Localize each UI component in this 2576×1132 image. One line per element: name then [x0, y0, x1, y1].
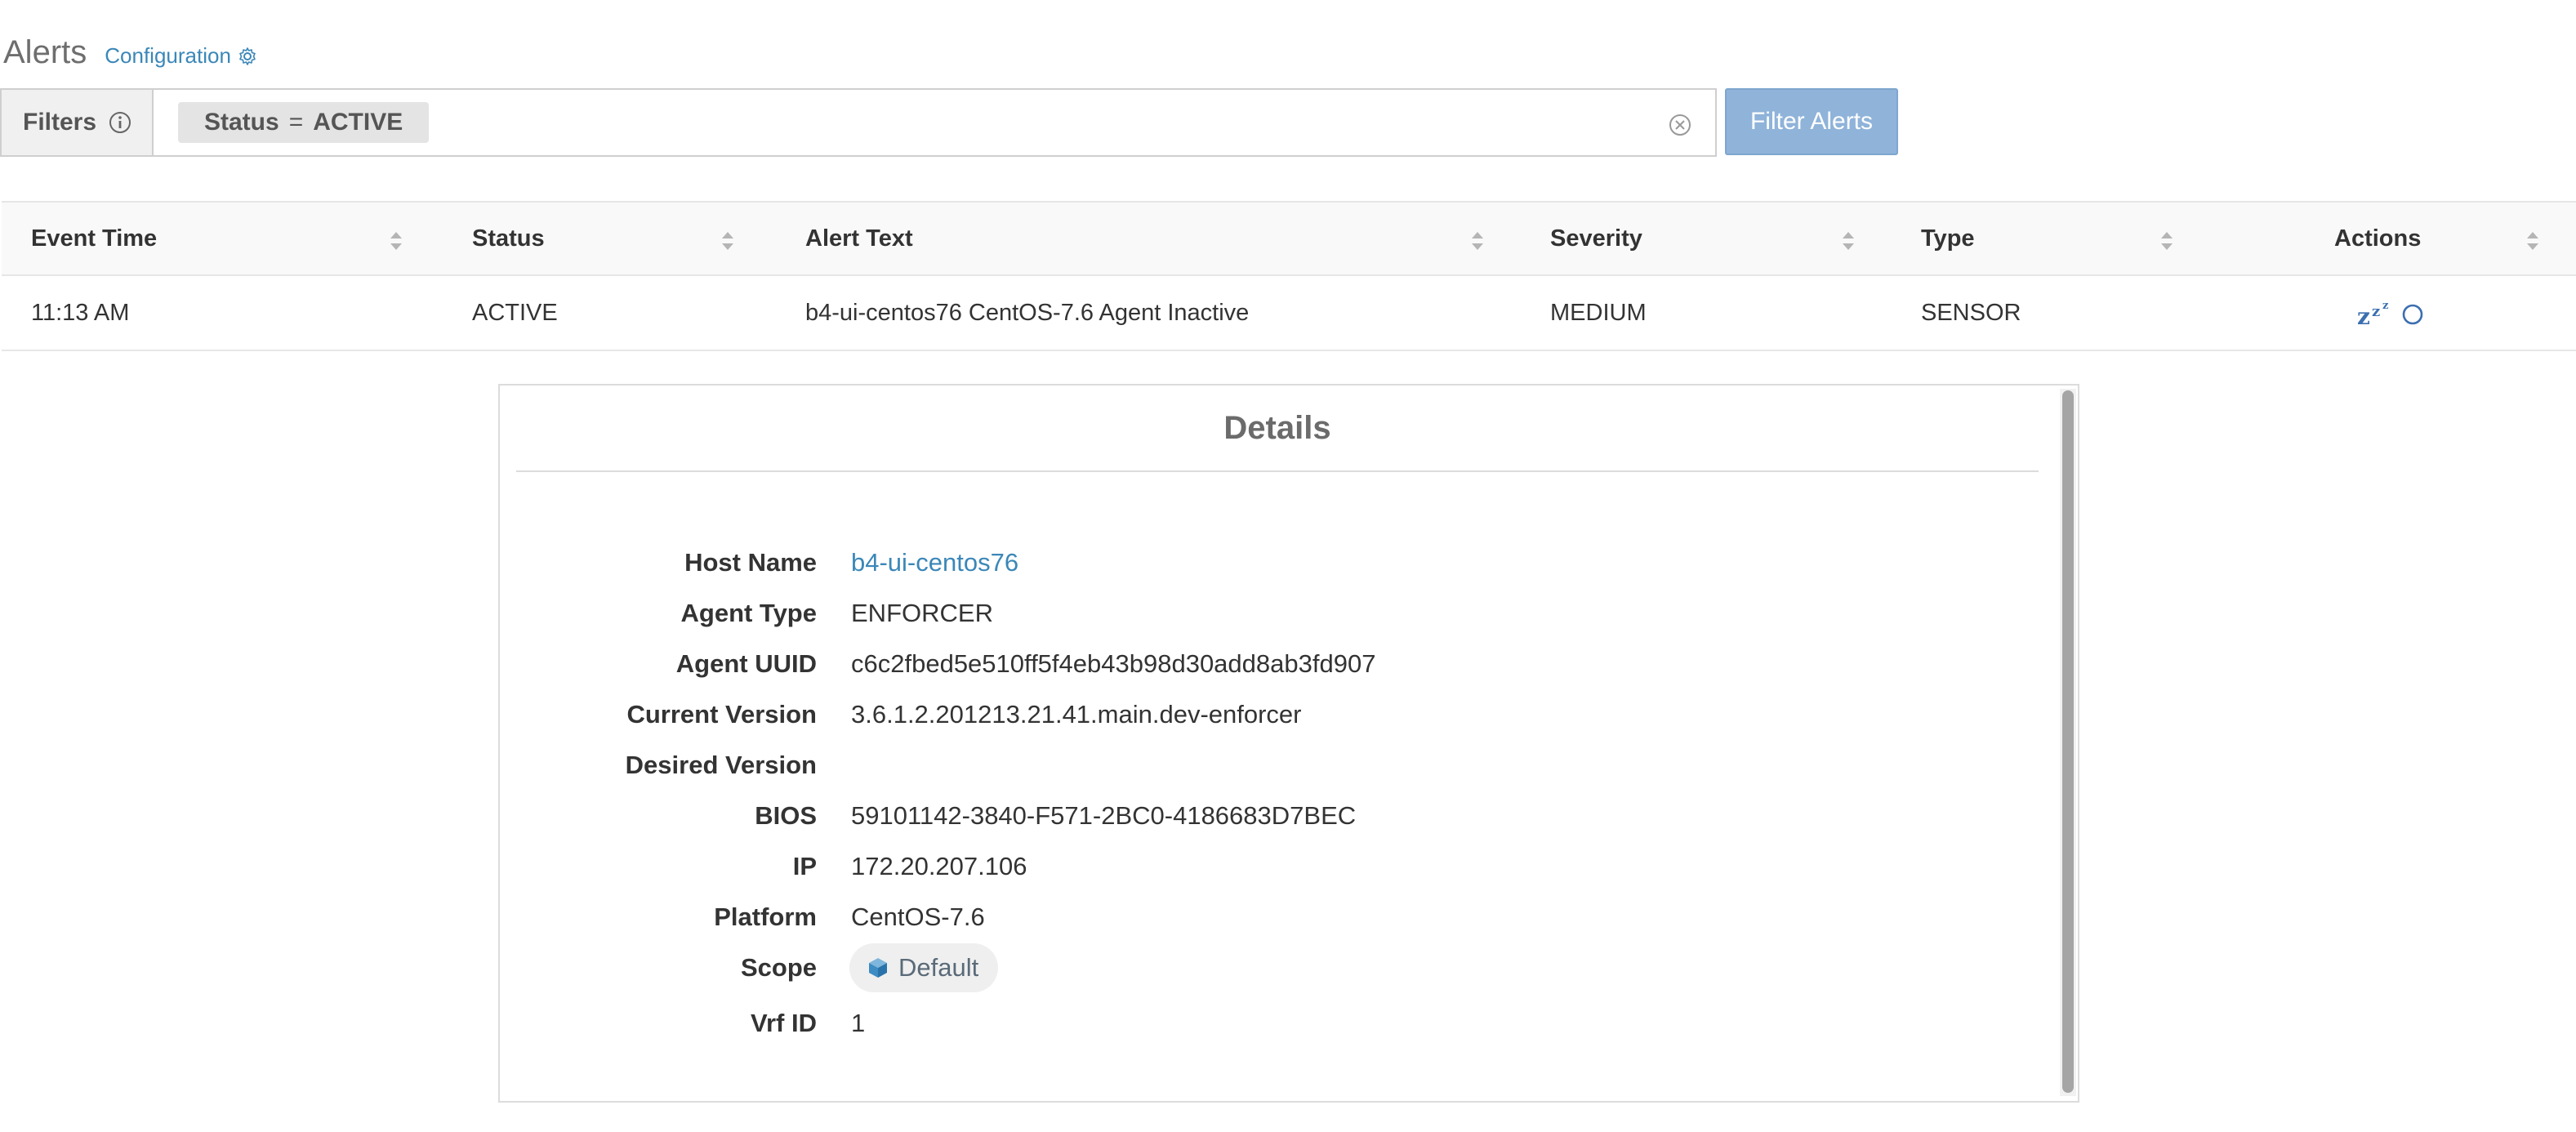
filter-chip-field: Status: [204, 109, 279, 136]
svg-text:z: z: [2357, 303, 2370, 329]
filter-bar: Filters Status = ACTIVE: [0, 88, 1717, 157]
detail-label: Scope: [740, 953, 817, 982]
details-title: Details: [516, 386, 2039, 472]
page-title: Alerts: [3, 34, 87, 70]
clear-filter-icon[interactable]: [1668, 113, 1692, 137]
info-icon[interactable]: [108, 110, 132, 135]
filter-chip-operator: =: [288, 109, 304, 136]
detail-label: Current Version: [626, 700, 817, 729]
cell-severity: MEDIUM: [1550, 299, 1647, 326]
circle-icon[interactable]: [2400, 300, 2426, 326]
detail-platform: Platform CentOS-7.6: [500, 892, 2035, 943]
column-header-event-time[interactable]: Event Time: [31, 203, 157, 274]
gear-icon: [239, 47, 256, 65]
scope-pill[interactable]: Default: [849, 943, 999, 992]
detail-ip: IP 172.20.207.106: [500, 841, 2035, 892]
filters-label: Filters: [2, 90, 154, 155]
detail-current-version: Current Version 3.6.1.2.201213.21.41.mai…: [500, 689, 2035, 740]
detail-value: c6c2fbed5e510ff5f4eb43b98d30add8ab3fd907: [851, 649, 1376, 678]
filter-chip-status[interactable]: Status = ACTIVE: [178, 102, 430, 143]
table-header: Event Time Status Alert Text Severity Ty…: [2, 201, 2576, 276]
column-header-alert-text[interactable]: Alert Text: [805, 203, 913, 274]
filter-alerts-button[interactable]: Filter Alerts: [1725, 88, 1898, 155]
detail-label: Desired Version: [625, 751, 817, 779]
configuration-link[interactable]: Configuration: [105, 43, 257, 69]
column-header-status[interactable]: Status: [472, 203, 545, 274]
svg-text:z: z: [2372, 303, 2380, 320]
cell-status: ACTIVE: [472, 299, 558, 326]
column-header-severity[interactable]: Severity: [1550, 203, 1642, 274]
filter-chip-value: ACTIVE: [313, 109, 403, 136]
svg-text:z: z: [2382, 300, 2388, 312]
detail-label: IP: [792, 852, 817, 880]
cell-actions: z z z: [2355, 276, 2426, 350]
table-row[interactable]: 11:13 AM ACTIVE b4-ui-centos76 CentOS-7.…: [2, 276, 2576, 351]
detail-value: 172.20.207.106: [851, 852, 1027, 880]
details-panel: Details Host Name b4-ui-centos76 Agent T…: [498, 384, 2079, 1103]
detail-label: Vrf ID: [751, 1009, 817, 1037]
detail-value: CentOS-7.6: [851, 902, 985, 931]
detail-value: 3.6.1.2.201213.21.41.main.dev-enforcer: [851, 700, 1302, 729]
detail-label: BIOS: [755, 801, 817, 830]
cell-type: SENSOR: [1921, 299, 2021, 326]
scrollbar-thumb[interactable]: [2062, 390, 2074, 1093]
column-header-type[interactable]: Type: [1921, 203, 1975, 274]
detail-label: Host Name: [684, 548, 817, 577]
cube-icon: [869, 958, 887, 978]
column-header-actions[interactable]: Actions: [2334, 203, 2421, 274]
page-header: Alerts Configuration: [3, 34, 257, 71]
scope-value: Default: [898, 953, 979, 982]
detail-desired-version: Desired Version: [500, 740, 2035, 791]
sort-icon[interactable]: [1470, 230, 1485, 252]
detail-label: Agent Type: [680, 599, 818, 627]
sort-icon[interactable]: [2159, 230, 2174, 252]
detail-label: Agent UUID: [675, 649, 817, 678]
cell-event-time: 11:13 AM: [31, 299, 130, 326]
detail-bios: BIOS 59101142-3840-F571-2BC0-4186683D7BE…: [500, 791, 2035, 841]
detail-scope: Scope Default: [500, 943, 2035, 993]
filters-label-text: Filters: [23, 109, 97, 136]
detail-value: ENFORCER: [851, 599, 993, 627]
sort-icon[interactable]: [2525, 230, 2540, 252]
detail-host-name: Host Name b4-ui-centos76: [500, 537, 2035, 588]
details-scrollbar[interactable]: [2060, 389, 2076, 1096]
detail-agent-uuid: Agent UUID c6c2fbed5e510ff5f4eb43b98d30a…: [500, 639, 2035, 689]
snooze-icon[interactable]: z z z: [2355, 296, 2396, 329]
sort-icon[interactable]: [1841, 230, 1856, 252]
detail-agent-type: Agent Type ENFORCER: [500, 588, 2035, 639]
configuration-link-label: Configuration: [105, 43, 231, 68]
detail-value: 1: [851, 1009, 866, 1037]
alerts-table: Event Time Status Alert Text Severity Ty…: [2, 201, 2576, 351]
filter-input[interactable]: Status = ACTIVE: [154, 90, 1715, 155]
sort-icon[interactable]: [720, 230, 735, 252]
sort-icon[interactable]: [389, 230, 403, 252]
detail-vrf-id: Vrf ID 1: [500, 998, 2035, 1049]
detail-label: Platform: [714, 902, 817, 931]
host-name-link[interactable]: b4-ui-centos76: [851, 548, 1018, 577]
cell-alert-text: b4-ui-centos76 CentOS-7.6 Agent Inactive: [805, 299, 1250, 326]
detail-value: 59101142-3840-F571-2BC0-4186683D7BEC: [851, 801, 1357, 830]
